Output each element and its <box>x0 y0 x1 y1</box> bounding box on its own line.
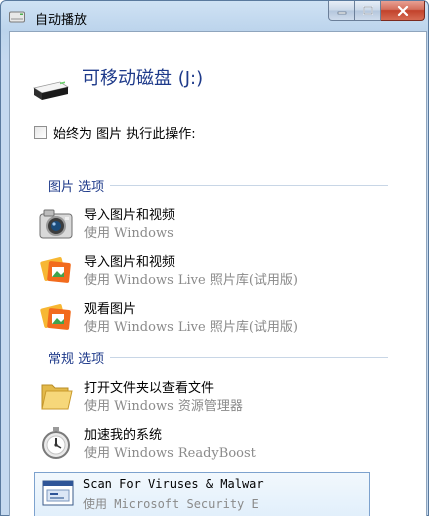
option-subtitle: 使用 Windows Live 照片库(试用版) <box>84 273 298 288</box>
maximize-button[interactable] <box>355 1 381 21</box>
maximize-icon <box>362 6 373 15</box>
option-subtitle: 使用 Windows ReadyBoost <box>84 446 256 461</box>
caption-buttons <box>328 1 425 21</box>
close-icon <box>397 5 408 16</box>
option-subtitle: 使用 Windows Live 照片库(试用版) <box>84 320 298 335</box>
option-title: 导入图片和视频 <box>84 208 176 223</box>
option-view-pictures[interactable]: 观看图片 使用 Windows Live 照片库(试用版) <box>32 298 424 336</box>
option-import-windows[interactable]: 导入图片和视频 使用 Windows <box>32 204 424 242</box>
always-do-this-row[interactable]: 始终为 图片 执行此操作: <box>34 123 196 142</box>
option-title: 导入图片和视频 <box>84 255 176 270</box>
folder-icon <box>41 384 73 410</box>
title-bar[interactable]: 自动播放 <box>1 1 428 31</box>
drive-title: 可移动磁盘 (J:) <box>82 68 204 89</box>
camera-icon <box>39 209 73 239</box>
group-divider <box>110 357 388 358</box>
option-title: Scan For Viruses & Malwar <box>83 477 264 491</box>
group-divider <box>110 185 388 186</box>
window-title: 自动播放 <box>35 13 88 28</box>
stopwatch-icon <box>42 427 70 459</box>
option-title: 加速我的系统 <box>84 428 163 443</box>
group-title-general: 常规 选项 <box>48 352 105 367</box>
option-subtitle: 使用 Windows 资源管理器 <box>84 399 243 414</box>
photo-gallery-icon <box>40 257 71 283</box>
always-do-this-label: 始终为 图片 执行此操作: <box>53 127 196 142</box>
minimize-icon <box>337 11 346 14</box>
option-import-live-gallery[interactable]: 导入图片和视频 使用 Windows Live 照片库(试用版) <box>32 251 424 289</box>
close-button[interactable] <box>381 1 425 21</box>
option-open-folder[interactable]: 打开文件夹以查看文件 使用 Windows 资源管理器 <box>32 377 424 415</box>
option-subtitle: 使用 Windows <box>84 226 174 241</box>
always-do-this-checkbox[interactable] <box>34 126 47 139</box>
group-header-photos: 图片 选项 <box>48 176 388 195</box>
group-header-general: 常规 选项 <box>48 348 388 367</box>
photo-gallery-icon <box>40 304 71 330</box>
minimize-button[interactable] <box>328 1 355 21</box>
option-title: 观看图片 <box>84 302 137 317</box>
option-scan-viruses[interactable]: Scan For Viruses & Malwar 使用 Microsoft S… <box>34 472 370 516</box>
option-title: 打开文件夹以查看文件 <box>84 381 215 396</box>
dialog-content: 可移动磁盘 (J:) 始终为 图片 执行此操作: 图片 选项 导入图片和视频 使… <box>9 31 427 516</box>
autoplay-window: 自动播放 可移动磁盘 (J:) 始终为 图片 执行此操作: 图片 选项 导入图片… <box>0 0 429 516</box>
removable-drive-icon <box>32 81 70 100</box>
security-scan-icon <box>42 480 74 506</box>
autoplay-app-icon <box>9 11 25 23</box>
group-title-photos: 图片 选项 <box>48 180 105 195</box>
option-readyboost[interactable]: 加速我的系统 使用 Windows ReadyBoost <box>32 424 424 462</box>
option-subtitle: 使用 Microsoft Security E <box>83 497 259 511</box>
